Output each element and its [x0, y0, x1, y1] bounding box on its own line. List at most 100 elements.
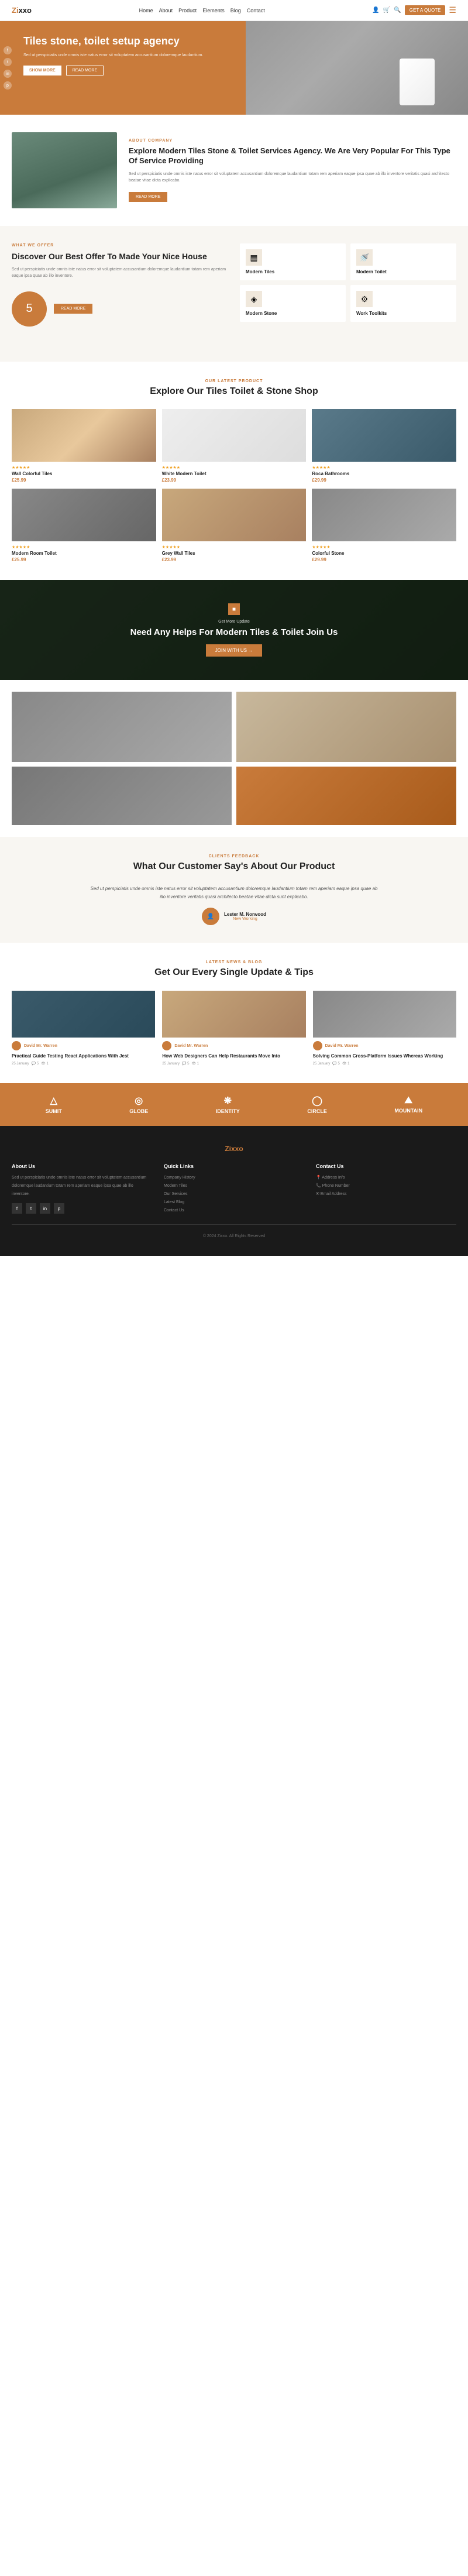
- blog-author-1: David Mr. Warren: [12, 1041, 155, 1050]
- testimonial-author: 👤 Lester M. Norwood New Working: [12, 908, 456, 925]
- partner-sumit: △ SUMIT: [46, 1095, 62, 1114]
- partner-globe: ◎ GLOBE: [129, 1095, 148, 1114]
- blog-meta-3: 25 January 💬 5 👁 1: [313, 1062, 456, 1066]
- service-name-tiles: Modern Tiles: [246, 269, 340, 274]
- blog-grid: David Mr. Warren Practical Guide Testing…: [12, 991, 456, 1066]
- hero-secondary-button[interactable]: READ MORE: [66, 66, 104, 75]
- footer-twitter-button[interactable]: t: [26, 1203, 36, 1214]
- author-avatar: 👤: [202, 908, 219, 925]
- product-price-4: £25.99: [12, 557, 156, 562]
- footer-about-title: About Us: [12, 1163, 152, 1169]
- footer-link-5[interactable]: Contact Us: [164, 1207, 304, 1215]
- menu-icon[interactable]: ☰: [449, 5, 456, 15]
- footer-link-2[interactable]: Modern Tiles: [164, 1182, 304, 1190]
- footer-linkedin-button[interactable]: in: [40, 1203, 50, 1214]
- footer-email[interactable]: ✉ Email Address: [316, 1190, 456, 1198]
- about-content: About Company Explore Modern Tiles Stone…: [129, 139, 456, 201]
- product-name-2: White Modern Toilet: [162, 471, 307, 476]
- product-name-4: Modern Room Toilet: [12, 551, 156, 556]
- hero-image: [246, 21, 468, 115]
- product-stars-1: ★★★★★: [12, 465, 156, 470]
- product-name-1: Wall Colorful Tiles: [12, 471, 156, 476]
- blog-section: Latest News & Blog Get Our Every Single …: [0, 943, 468, 1083]
- footer-links-title: Quick Links: [164, 1163, 304, 1169]
- nav-home[interactable]: Home: [139, 8, 153, 13]
- author-role: New Working: [224, 917, 266, 921]
- footer-links-col: Quick Links Company History Modern Tiles…: [164, 1163, 304, 1215]
- services-circle-icon: 5: [12, 291, 47, 327]
- footer-social: f t in p: [12, 1203, 152, 1214]
- cta-join-button[interactable]: JOIN WITH US →: [206, 644, 262, 657]
- stone-icon: ◈: [246, 291, 262, 307]
- footer-contact-col: Contact Us 📍 Address Info 📞 Phone Number…: [316, 1163, 456, 1215]
- nav-about[interactable]: About: [159, 8, 173, 13]
- footer-address[interactable]: 📍 Address Info: [316, 1174, 456, 1182]
- footer-divider: [12, 1224, 456, 1225]
- services-section: What We Offer Discover Our Best Offer To…: [0, 226, 468, 362]
- footer-link-3[interactable]: Our Services: [164, 1190, 304, 1198]
- nav-product[interactable]: Product: [178, 8, 197, 13]
- footer-pinterest-button[interactable]: p: [54, 1203, 64, 1214]
- partner-identity: ❋ IDENTITY: [216, 1095, 240, 1114]
- search-icon[interactable]: 🔍: [394, 7, 401, 13]
- circle-icon: ◯: [312, 1095, 322, 1107]
- nav-links: Home About Product Elements Blog Contact: [139, 8, 265, 13]
- footer-about-text: Sed ut perspiciatis unde omnis iste natu…: [12, 1174, 152, 1198]
- nav-logo: Zixxo: [12, 6, 32, 15]
- about-title: Explore Modern Tiles Stone & Toilet Serv…: [129, 146, 456, 166]
- footer-contact-title: Contact Us: [316, 1163, 456, 1169]
- hero-social-icons: f t in p: [4, 46, 12, 90]
- services-description: Sed ut perspiciatis unde omnis iste natu…: [12, 266, 228, 279]
- twitter-icon[interactable]: t: [4, 58, 12, 66]
- product-image-2: [162, 409, 307, 462]
- cta-tag: Get More Update: [218, 620, 250, 624]
- identity-label: IDENTITY: [216, 1108, 240, 1114]
- gallery-image-2: [236, 692, 456, 762]
- user-icon[interactable]: 👤: [372, 7, 379, 13]
- about-tag: About Company: [129, 139, 456, 143]
- services-tag: What We Offer: [12, 243, 228, 248]
- product-image-1: [12, 409, 156, 462]
- product-stars-2: ★★★★★: [162, 465, 307, 470]
- product-card-2: ★★★★★ White Modern Toilet £23.99: [162, 409, 307, 483]
- linkedin-icon[interactable]: in: [4, 70, 12, 78]
- get-quote-button[interactable]: GET A QUOTE: [405, 5, 446, 15]
- footer-bottom: © 2024 Zixxo. All Rights Reserved: [12, 1234, 456, 1238]
- cta-icon: ■: [228, 603, 240, 615]
- gallery-image-3: [12, 767, 232, 825]
- pinterest-icon[interactable]: p: [4, 81, 12, 90]
- hero-section: f t in p Tiles stone, toilet setup agenc…: [0, 21, 468, 115]
- footer-about-col: About Us Sed ut perspiciatis unde omnis …: [12, 1163, 152, 1215]
- nav-contact[interactable]: Contact: [247, 8, 265, 13]
- globe-icon: ◎: [135, 1095, 143, 1107]
- gallery-image-4: [236, 767, 456, 825]
- footer-phone[interactable]: 📞 Phone Number: [316, 1182, 456, 1190]
- about-description: Sed ut perspiciatis unde omnis iste natu…: [129, 171, 456, 184]
- nav-blog[interactable]: Blog: [230, 8, 241, 13]
- gallery-image-1: [12, 692, 232, 762]
- hero-primary-button[interactable]: SHOW MORE: [23, 66, 61, 75]
- blog-image-2: [162, 991, 305, 1038]
- blog-title-3: Solving Common Cross-Platform Issues Whe…: [313, 1053, 456, 1059]
- blog-avatar-3: [313, 1041, 322, 1050]
- mountain-icon: ⛰: [405, 1095, 412, 1106]
- nav-elements[interactable]: Elements: [202, 8, 225, 13]
- blog-title-1: Practical Guide Testing React Applicatio…: [12, 1053, 155, 1059]
- services-left: What We Offer Discover Our Best Offer To…: [12, 243, 228, 332]
- facebook-icon[interactable]: f: [4, 46, 12, 54]
- identity-icon: ❋: [224, 1095, 232, 1107]
- product-card-6: ★★★★★ Colorful Stone £29.99: [312, 489, 456, 562]
- about-section: About Company Explore Modern Tiles Stone…: [0, 115, 468, 226]
- footer-facebook-button[interactable]: f: [12, 1203, 22, 1214]
- cta-section: ■ Get More Update Need Any Helps For Mod…: [0, 580, 468, 680]
- cart-icon[interactable]: 🛒: [383, 7, 390, 13]
- product-card-5: ★★★★★ Grey Wall Tiles £23.99: [162, 489, 307, 562]
- services-read-more-button[interactable]: READ MORE: [54, 304, 92, 314]
- products-tag: Our Latest Product: [12, 379, 456, 383]
- about-read-more-button[interactable]: READ MORE: [129, 192, 167, 202]
- product-card-3: ★★★★★ Roca Bathrooms £29.99: [312, 409, 456, 483]
- blog-author-2: David Mr. Warren: [162, 1041, 305, 1050]
- footer-link-1[interactable]: Company History: [164, 1174, 304, 1182]
- footer-link-4[interactable]: Latest Blog: [164, 1198, 304, 1207]
- tiles-icon: ▦: [246, 249, 262, 266]
